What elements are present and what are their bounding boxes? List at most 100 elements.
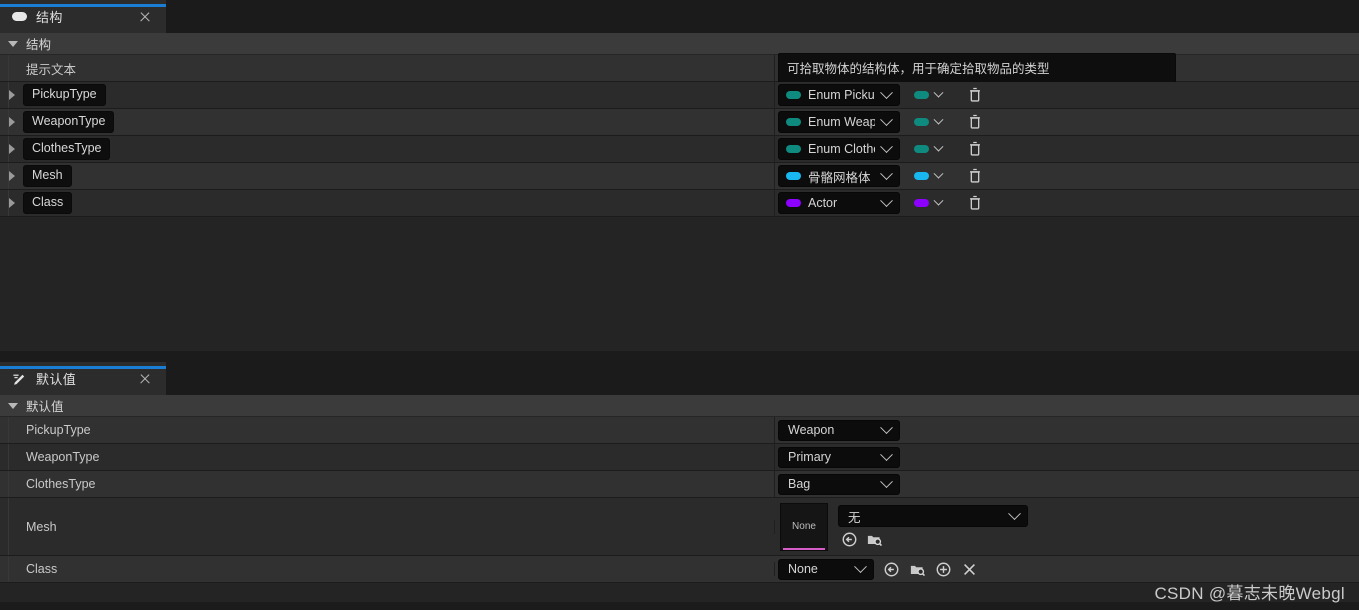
container-type-combo[interactable] — [910, 114, 944, 126]
defaults-section-header[interactable]: 默认值 — [0, 395, 1359, 417]
chevron-down-icon — [933, 114, 944, 125]
variable-type-label: Enum Weapon — [808, 115, 875, 129]
tree-line — [8, 55, 9, 81]
struct-variable-list: PickupType Enum Pickup WeaponType Enum W… — [0, 82, 1359, 217]
variable-type-combo[interactable]: Enum Clothes — [778, 138, 900, 160]
container-type-combo[interactable] — [910, 87, 944, 99]
default-value-combo[interactable]: Primary — [778, 446, 900, 468]
struct-pill-icon — [12, 12, 27, 21]
variable-name-cell: Class — [0, 190, 775, 216]
table-row: PickupType Weapon — [0, 417, 1359, 444]
variable-type-label: Enum Clothes — [808, 142, 875, 156]
chevron-down-icon — [933, 87, 944, 98]
default-value: Weapon — [788, 423, 835, 437]
variable-name-cell: WeaponType — [0, 109, 775, 135]
class-combo[interactable]: None — [778, 558, 874, 580]
struct-section-label: 结构 — [26, 38, 52, 52]
default-label: PickupType — [26, 423, 91, 437]
tree-line — [8, 136, 9, 162]
delete-icon[interactable] — [968, 195, 982, 211]
container-color-pill-icon — [914, 91, 929, 99]
new-asset-icon[interactable] — [935, 561, 952, 578]
browse-asset-icon[interactable] — [866, 531, 883, 548]
default-label-cell: PickupType — [0, 417, 775, 443]
chevron-down-icon — [8, 40, 18, 47]
variable-name-input[interactable]: PickupType — [23, 83, 106, 107]
chevron-right-icon[interactable] — [9, 171, 15, 181]
delete-icon[interactable] — [968, 114, 982, 130]
container-color-pill-icon — [914, 118, 929, 126]
default-value: Bag — [788, 477, 811, 491]
tree-line — [8, 109, 9, 135]
chevron-down-icon — [854, 559, 867, 573]
use-selected-asset-icon[interactable] — [883, 561, 900, 578]
chevron-right-icon[interactable] — [9, 90, 15, 100]
variable-type-combo[interactable]: Enum Weapon — [778, 111, 900, 133]
delete-icon[interactable] — [968, 141, 982, 157]
chevron-right-icon[interactable] — [9, 117, 15, 127]
container-type-combo[interactable] — [910, 195, 944, 207]
table-row: ClothesType Bag — [0, 471, 1359, 498]
chevron-down-icon — [8, 402, 18, 409]
variable-name-input[interactable]: Class — [23, 191, 73, 215]
close-icon[interactable] — [138, 10, 152, 24]
delete-icon[interactable] — [968, 168, 982, 184]
use-selected-asset-icon[interactable] — [841, 531, 858, 548]
chevron-right-icon[interactable] — [9, 144, 15, 154]
type-color-pill-icon — [786, 172, 801, 180]
browse-asset-icon[interactable] — [909, 561, 926, 578]
container-color-pill-icon — [914, 145, 929, 153]
default-value-combo[interactable]: Bag — [778, 473, 900, 495]
default-value-cell: Weapon — [775, 419, 1359, 441]
tab-defaults[interactable]: 默认值 — [0, 362, 166, 395]
struct-section-header[interactable]: 结构 — [0, 33, 1359, 55]
chevron-right-icon[interactable] — [9, 198, 15, 208]
variable-name-cell: Mesh — [0, 163, 775, 189]
delete-icon[interactable] — [968, 87, 982, 103]
chevron-down-icon — [880, 139, 893, 153]
variable-name-input[interactable]: Mesh — [23, 164, 72, 188]
chevron-down-icon — [880, 112, 893, 126]
tree-line — [8, 471, 9, 497]
default-value: Primary — [788, 450, 832, 464]
container-type-combo[interactable] — [910, 141, 944, 153]
variable-name-input[interactable]: ClothesType — [23, 137, 111, 161]
default-label-cell: WeaponType — [0, 444, 775, 470]
default-value-combo[interactable]: Weapon — [778, 419, 900, 441]
variable-type-cell: 骨骼网格体 — [775, 165, 1359, 187]
class-value: None — [788, 562, 818, 576]
variable-type-cell: Enum Clothes — [775, 138, 1359, 160]
struct-tabstrip: 结构 — [0, 0, 1359, 33]
variable-type-combo[interactable]: 骨骼网格体 — [778, 165, 900, 187]
chevron-down-icon — [880, 85, 893, 99]
chevron-down-icon — [933, 168, 944, 179]
class-value-cell: None — [775, 558, 1359, 580]
container-type-combo[interactable] — [910, 168, 944, 180]
tree-line — [8, 190, 9, 216]
chevron-down-icon — [933, 195, 944, 206]
variable-name-input[interactable]: WeaponType — [23, 110, 115, 134]
close-icon[interactable] — [138, 372, 152, 386]
class-label: Class — [26, 562, 58, 576]
type-color-pill-icon — [786, 118, 801, 126]
table-row: WeaponType Primary — [0, 444, 1359, 471]
defaults-tabstrip: 默认值 — [0, 362, 1359, 395]
type-color-pill-icon — [786, 145, 801, 153]
tooltip-text-input[interactable]: 可拾取物体的结构体，用于确定拾取物品的类型 — [778, 53, 1176, 83]
mesh-asset-actions — [838, 531, 1028, 548]
tab-struct[interactable]: 结构 — [0, 0, 166, 33]
mesh-asset-picker: 无 — [838, 505, 1028, 548]
variable-type-combo[interactable]: Actor — [778, 192, 900, 214]
mesh-asset-combo[interactable]: 无 — [838, 505, 1028, 527]
defaults-list: PickupType Weapon WeaponType Primary Clo… — [0, 417, 1359, 498]
variable-type-combo[interactable]: Enum Pickup — [778, 84, 900, 106]
chevron-down-icon — [880, 447, 893, 461]
default-label: WeaponType — [26, 450, 100, 464]
mesh-label-cell: Mesh — [0, 519, 775, 534]
chevron-down-icon — [1008, 506, 1021, 520]
default-value-cell: Primary — [775, 446, 1359, 468]
tree-line — [8, 417, 9, 443]
default-label-cell: ClothesType — [0, 471, 775, 497]
mesh-thumbnail[interactable]: None — [780, 502, 828, 551]
clear-asset-icon[interactable] — [961, 561, 978, 578]
